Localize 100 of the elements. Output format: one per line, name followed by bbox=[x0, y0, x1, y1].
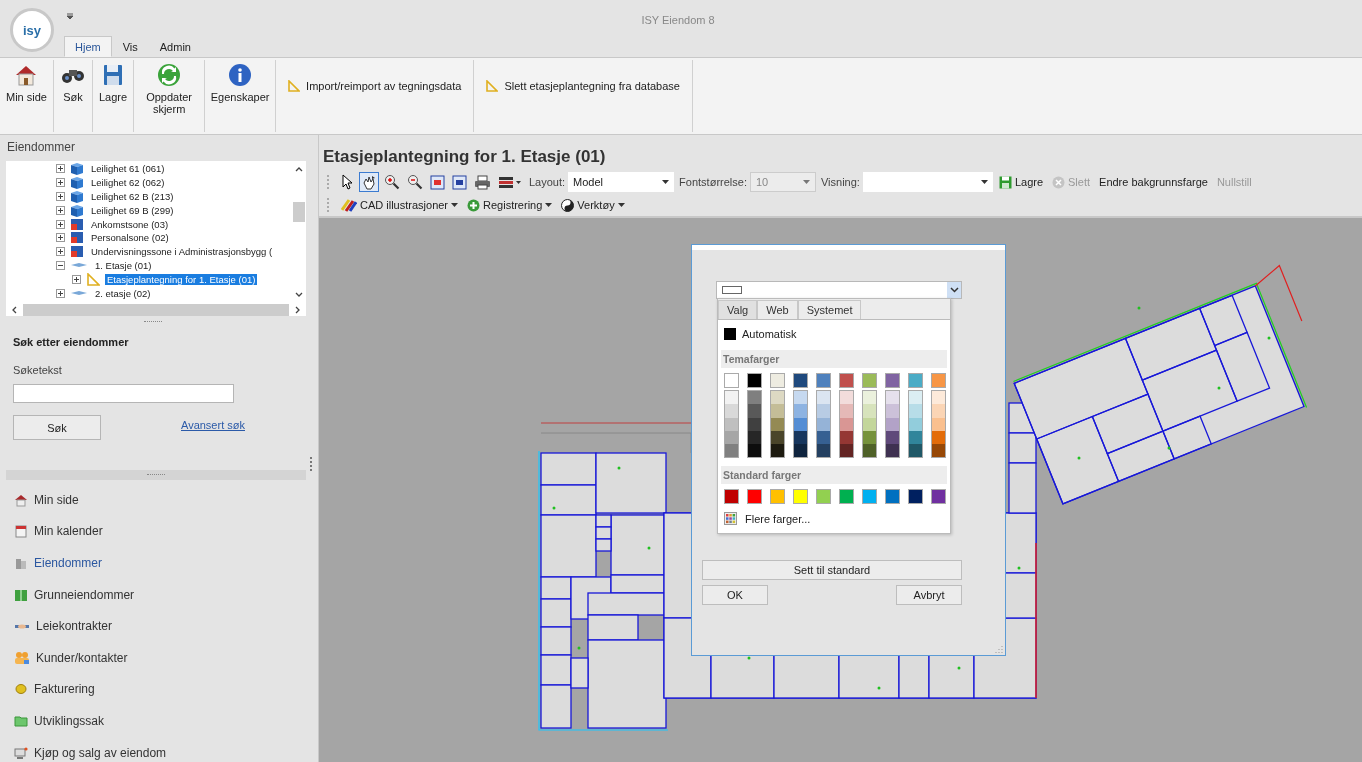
color-swatch[interactable] bbox=[863, 391, 876, 405]
color-swatch[interactable] bbox=[748, 404, 761, 418]
expand-icon[interactable] bbox=[72, 274, 81, 284]
dropdown-arrow-icon[interactable] bbox=[66, 13, 74, 21]
drawing-canvas[interactable]: Valg Web Systemet Automatisk Temafarger Standard farger Flere farger... Sett til standard OK Avbryt bbox=[319, 216, 1362, 762]
menu-button[interactable]: CAD illustrasjoner bbox=[338, 198, 462, 212]
color-swatch[interactable] bbox=[794, 404, 807, 418]
color-swatch[interactable] bbox=[932, 391, 945, 405]
cancel-button[interactable]: Avbryt bbox=[896, 585, 962, 605]
color-swatch[interactable] bbox=[725, 391, 738, 405]
ribbon-button[interactable]: Slett etasjeplantegning fra database bbox=[474, 80, 692, 92]
color-swatch[interactable] bbox=[793, 489, 808, 505]
nav-item[interactable]: Utviklingssak bbox=[14, 705, 306, 737]
tree-item[interactable]: 1. Etasje (01) bbox=[93, 259, 154, 271]
nav-item[interactable]: Min side bbox=[14, 484, 306, 516]
layout-dropdown[interactable]: Model bbox=[568, 172, 675, 192]
color-swatch[interactable] bbox=[771, 391, 784, 405]
color-swatch[interactable] bbox=[886, 391, 899, 405]
color-swatch[interactable] bbox=[725, 404, 738, 418]
nav-item[interactable]: Eiendommer bbox=[14, 547, 306, 579]
tree-item[interactable]: Personalsone (02) bbox=[89, 232, 171, 244]
color-swatch[interactable] bbox=[886, 404, 899, 418]
color-swatch[interactable] bbox=[771, 404, 784, 418]
color-swatch[interactable] bbox=[885, 489, 900, 505]
expand-icon[interactable] bbox=[56, 219, 65, 229]
toolbar-button[interactable] bbox=[472, 172, 493, 192]
ribbon-button[interactable]: Egenskaper bbox=[205, 60, 276, 103]
ribbon-button[interactable]: Oppdater skjerm bbox=[134, 60, 205, 115]
tree-item[interactable]: Leilighet 69 B (299) bbox=[89, 204, 176, 216]
splitter-grip[interactable] bbox=[310, 456, 314, 471]
color-swatch[interactable] bbox=[793, 373, 808, 388]
color-swatch[interactable] bbox=[908, 373, 923, 388]
palette-tab[interactable]: Systemet bbox=[797, 300, 862, 319]
scroll-left-icon[interactable] bbox=[11, 305, 17, 314]
color-swatch[interactable] bbox=[840, 391, 853, 405]
color-swatch[interactable] bbox=[724, 489, 739, 505]
color-swatch[interactable] bbox=[747, 489, 762, 505]
ribbon-button[interactable]: Min side bbox=[0, 60, 53, 103]
nav-item[interactable]: Leiekontrakter bbox=[14, 610, 306, 642]
color-swatch[interactable] bbox=[748, 391, 761, 405]
color-swatch[interactable] bbox=[885, 373, 900, 388]
toolbar-button[interactable] bbox=[359, 172, 379, 192]
tree-item[interactable]: Leilighet 61 (061) bbox=[89, 163, 167, 175]
dropdown-button[interactable] bbox=[947, 282, 961, 298]
more-colors-option[interactable]: Flere farger... bbox=[721, 512, 947, 526]
color-swatch[interactable] bbox=[770, 373, 785, 388]
advanced-search-link[interactable]: Avansert søk bbox=[181, 418, 245, 431]
palette-tab[interactable]: Web bbox=[757, 300, 798, 319]
nav-item[interactable]: Grunneiendommer bbox=[14, 578, 306, 611]
ribbon-button[interactable]: Søk bbox=[53, 60, 92, 103]
tree-item[interactable]: Leilighet 62 (062) bbox=[89, 177, 167, 189]
color-swatch[interactable] bbox=[817, 391, 830, 405]
expand-icon[interactable] bbox=[56, 178, 65, 188]
nav-item[interactable]: Min kalender bbox=[14, 515, 306, 548]
search-field[interactable] bbox=[13, 384, 234, 403]
toolbar-button[interactable] bbox=[382, 172, 402, 192]
reset-button[interactable]: Sett til standard bbox=[702, 560, 962, 580]
ribbon-tab[interactable]: Admin bbox=[148, 36, 202, 57]
splitter-grip[interactable] bbox=[147, 473, 165, 477]
ribbon-tab[interactable]: Hjem bbox=[64, 36, 112, 57]
scroll-down-icon[interactable] bbox=[294, 292, 303, 298]
splitter-grip[interactable] bbox=[144, 320, 162, 324]
color-swatch[interactable] bbox=[771, 444, 784, 458]
color-swatch[interactable] bbox=[747, 373, 762, 388]
resize-grip-icon[interactable] bbox=[995, 645, 1003, 653]
expand-icon[interactable] bbox=[56, 288, 65, 298]
color-swatch[interactable] bbox=[840, 404, 853, 418]
tree-item[interactable]: Etasjeplantegning for 1. Etasje (01) bbox=[105, 273, 258, 285]
color-swatch[interactable] bbox=[908, 489, 923, 505]
expand-icon[interactable] bbox=[56, 192, 65, 201]
tree-item[interactable]: Leilighet 62 B (213) bbox=[89, 191, 176, 202]
ribbon-tab[interactable]: Vis bbox=[111, 36, 149, 57]
color-swatch[interactable] bbox=[932, 444, 945, 458]
color-swatch[interactable] bbox=[816, 373, 831, 388]
nav-item[interactable]: Kunder/kontakter bbox=[14, 641, 306, 674]
color-swatch[interactable] bbox=[886, 444, 899, 458]
color-swatch[interactable] bbox=[840, 444, 853, 458]
color-swatch[interactable] bbox=[770, 489, 785, 505]
color-swatch[interactable] bbox=[863, 404, 876, 418]
color-swatch[interactable] bbox=[931, 373, 946, 388]
nav-item[interactable]: Kjøp og salg av eiendom bbox=[14, 736, 306, 762]
menu-button[interactable]: Verktøy bbox=[558, 198, 628, 212]
color-swatch[interactable] bbox=[817, 404, 830, 418]
ribbon-button[interactable]: Lagre bbox=[92, 60, 134, 103]
color-swatch[interactable] bbox=[863, 444, 876, 458]
color-swatch[interactable] bbox=[817, 444, 830, 458]
ribbon-button[interactable]: Import/reimport av tegningsdata bbox=[276, 80, 474, 92]
tree-item[interactable]: Undervisningssone i Administrasjonsbygg ( bbox=[89, 246, 275, 258]
color-swatch[interactable] bbox=[839, 489, 854, 505]
expand-icon[interactable] bbox=[56, 205, 65, 215]
automatic-color-option[interactable]: Automatisk bbox=[721, 326, 947, 342]
scroll-up-icon[interactable] bbox=[294, 166, 303, 172]
color-dropdown[interactable] bbox=[716, 281, 962, 299]
toolbar-button[interactable] bbox=[450, 172, 469, 192]
toolbar-button[interactable] bbox=[405, 172, 425, 192]
collapse-icon[interactable] bbox=[56, 260, 65, 270]
color-swatch[interactable] bbox=[862, 489, 877, 505]
toolbar-button[interactable]: Endre bakgrunnsfarge bbox=[1096, 176, 1211, 188]
palette-tab[interactable]: Valg bbox=[718, 300, 758, 319]
color-swatch[interactable] bbox=[725, 444, 738, 458]
